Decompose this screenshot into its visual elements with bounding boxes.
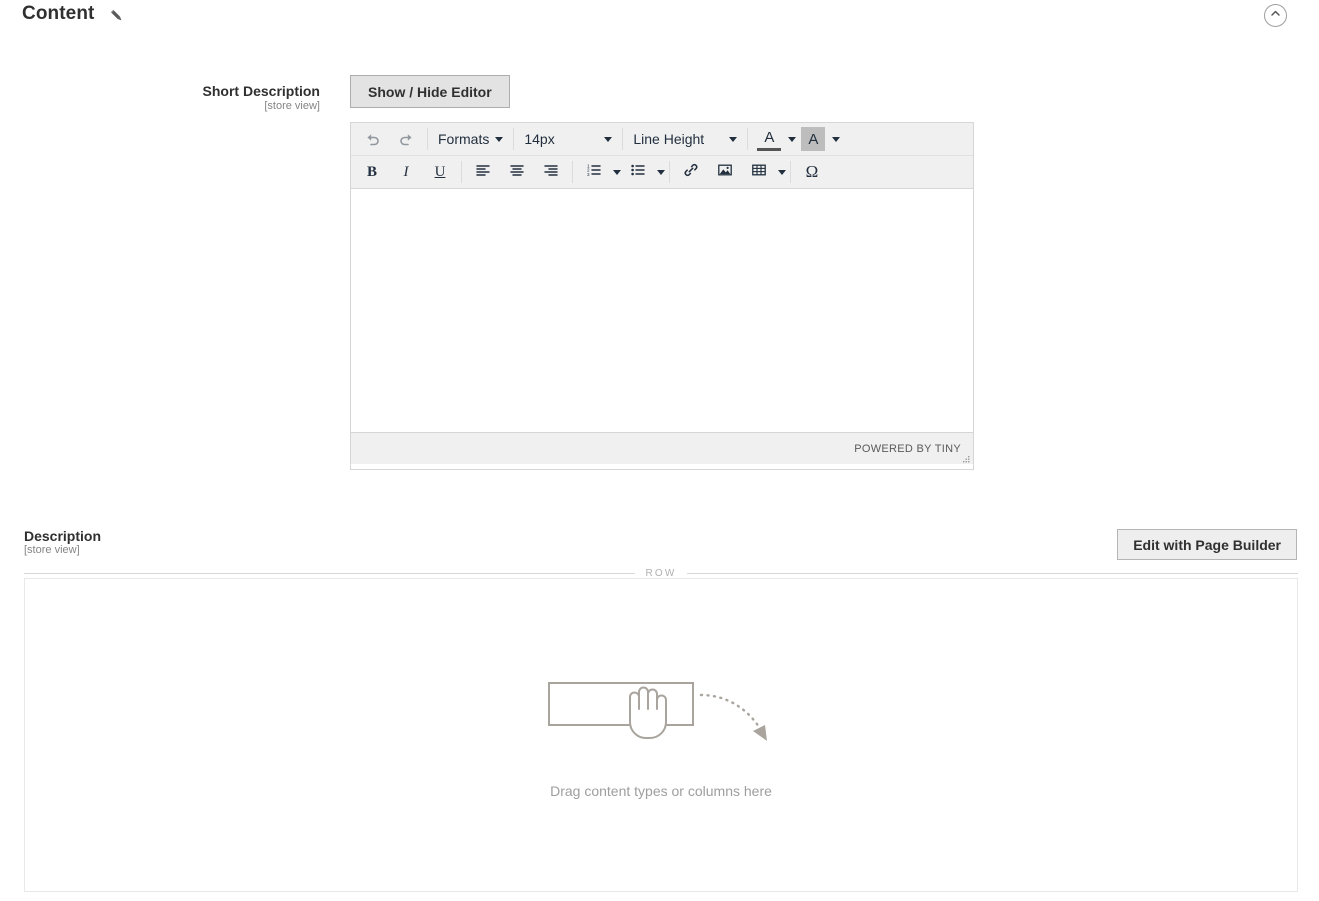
toolbar-separator: [513, 128, 515, 150]
text-color-button[interactable]: A: [752, 125, 786, 153]
bullet-list-chevron-down-icon[interactable]: [657, 169, 665, 175]
toolbar-separator: [669, 161, 670, 183]
underline-icon: U: [434, 163, 446, 180]
align-right-button[interactable]: [534, 158, 568, 186]
divider-line-right: [686, 572, 1299, 574]
numbered-list-icon: 1 2 3: [586, 162, 602, 183]
dropzone-content: Drag content types or columns here: [25, 579, 1297, 891]
description-label: Description: [24, 528, 102, 544]
short-description-label: Short Description: [202, 83, 320, 99]
align-center-button[interactable]: [500, 158, 534, 186]
divider-line-left: [24, 572, 636, 574]
collapse-section-button[interactable]: [1264, 4, 1287, 27]
edit-with-page-builder-button[interactable]: Edit with Page Builder: [1117, 529, 1297, 560]
editor-content-area[interactable]: [351, 189, 973, 432]
align-right-icon: [543, 162, 559, 183]
fontsize-select[interactable]: 14px: [518, 125, 618, 153]
svg-text:3: 3: [587, 171, 590, 176]
table-icon: [751, 162, 767, 183]
special-character-icon: Ω: [805, 162, 819, 181]
image-button[interactable]: [708, 158, 742, 186]
toolbar-separator: [461, 161, 462, 183]
toolbar-separator: [622, 128, 624, 150]
italic-icon: I: [403, 163, 409, 180]
short-description-scope: [store view]: [264, 100, 320, 112]
align-center-icon: [509, 162, 525, 183]
pencil-icon[interactable]: [108, 7, 126, 25]
link-button[interactable]: [674, 158, 708, 186]
show-hide-editor-button[interactable]: Show / Hide Editor: [350, 75, 510, 108]
text-color-chevron-down-icon[interactable]: [788, 136, 797, 142]
editor-toolbar-row-1: Formats 14px Line Height A A: [351, 123, 973, 155]
bullet-list-button[interactable]: [621, 158, 655, 186]
background-color-chevron-down-icon[interactable]: [832, 136, 841, 142]
fontsize-select-label: 14px: [524, 131, 555, 147]
image-icon: [717, 162, 733, 183]
dropzone-caption: Drag content types or columns here: [550, 783, 772, 799]
resize-grip-icon[interactable]: [960, 452, 971, 463]
lineheight-select[interactable]: Line Height: [627, 125, 743, 153]
short-description-editor: Formats 14px Line Height A A B I U 1 2 3…: [350, 122, 974, 470]
undo-arrow-icon[interactable]: [355, 125, 389, 153]
powered-by-label: POWERED BY TINY: [854, 442, 961, 455]
table-button[interactable]: [742, 158, 776, 186]
background-color-icon: A: [801, 127, 826, 151]
bullet-list-icon: [630, 162, 646, 183]
italic-button[interactable]: I: [389, 158, 423, 186]
numbered-list-button[interactable]: 1 2 3: [577, 158, 611, 186]
editor-toolbar-row-2: B I U 1 2 3 Ω: [351, 155, 973, 188]
row-label: ROW: [645, 567, 677, 579]
bold-button[interactable]: B: [355, 158, 389, 186]
toolbar-separator: [572, 161, 573, 183]
toolbar-separator: [790, 161, 791, 183]
formats-select-label: Formats: [438, 131, 490, 147]
table-chevron-down-icon[interactable]: [778, 169, 786, 175]
background-color-button[interactable]: A: [796, 125, 830, 153]
editor-status-bar: POWERED BY TINY: [351, 432, 973, 464]
align-left-icon: [475, 162, 491, 183]
link-icon: [683, 162, 699, 183]
toolbar-separator: [427, 128, 428, 150]
chevron-down-icon: [495, 136, 504, 142]
align-left-button[interactable]: [466, 158, 500, 186]
lineheight-select-label: Line Height: [633, 131, 705, 147]
content-section-header: Content: [0, 0, 1319, 32]
underline-button[interactable]: U: [423, 158, 457, 186]
text-color-icon: A: [757, 127, 782, 151]
chevron-down-icon: [729, 136, 738, 142]
chevron-up-icon: [1269, 7, 1282, 25]
numbered-list-chevron-down-icon[interactable]: [613, 169, 621, 175]
page-title: Content: [22, 3, 95, 24]
page-builder-dropzone[interactable]: Drag content types or columns here: [24, 578, 1298, 892]
special-character-button[interactable]: Ω: [795, 158, 829, 186]
formats-select[interactable]: Formats: [432, 125, 509, 153]
drag-hand-icon: [545, 671, 785, 761]
chevron-down-icon: [604, 136, 613, 142]
redo-arrow-icon[interactable]: [389, 125, 423, 153]
editor-toolbar: Formats 14px Line Height A A B I U 1 2 3…: [351, 123, 973, 189]
bold-icon: B: [366, 163, 377, 180]
toolbar-separator: [747, 128, 749, 150]
description-scope: [store view]: [24, 544, 80, 556]
